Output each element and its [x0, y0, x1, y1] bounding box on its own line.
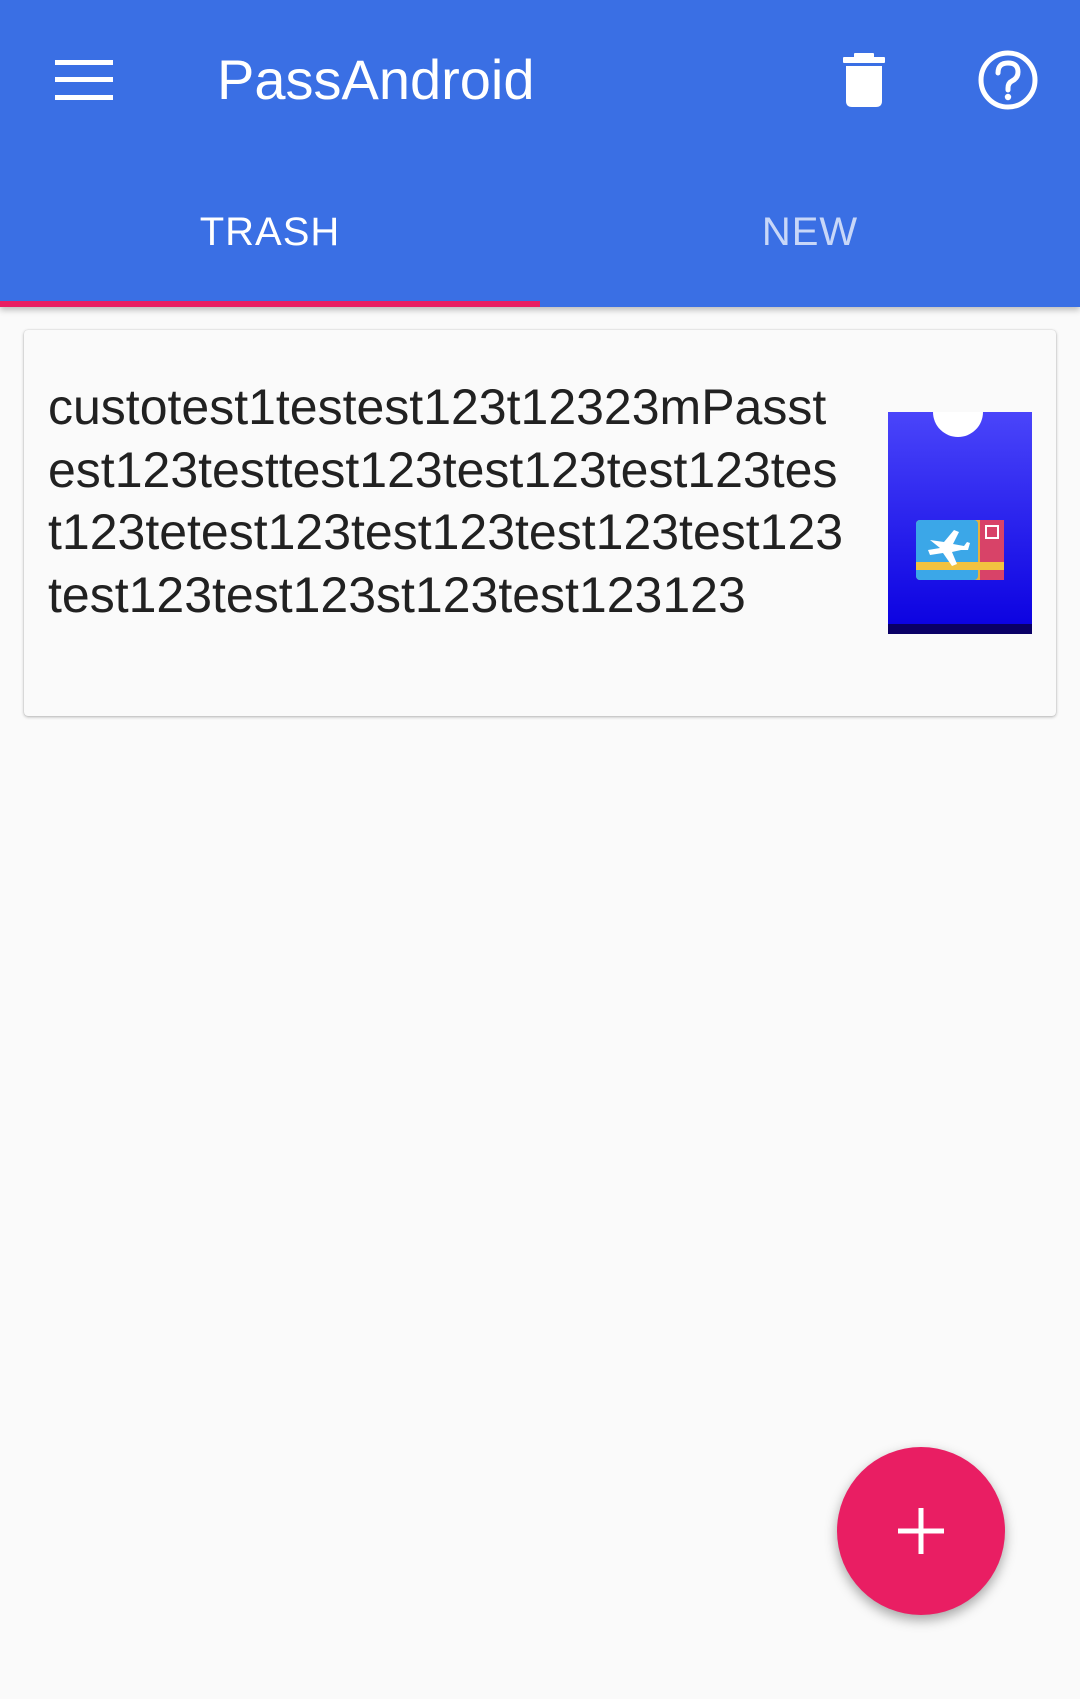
add-pass-button[interactable]	[837, 1447, 1005, 1615]
app-title: PassAndroid	[217, 48, 535, 111]
pass-description: custotest1testest123t12323mPasstest123te…	[48, 379, 844, 623]
tab-trash[interactable]: TRASH	[0, 180, 540, 307]
plus-icon	[898, 1508, 944, 1554]
menu-icon	[55, 60, 113, 100]
empty-trash-button[interactable]	[824, 40, 904, 120]
menu-button[interactable]	[44, 40, 124, 120]
app-bar: PassAndroid TRASH NEW	[0, 0, 1080, 307]
pass-card[interactable]: custotest1testest123t12323mPasstest123te…	[24, 330, 1056, 716]
help-icon	[978, 50, 1038, 110]
boarding-pass-icon	[888, 412, 1032, 634]
tab-indicator	[0, 301, 540, 307]
trash-icon	[843, 53, 885, 107]
tab-trash-label: TRASH	[199, 210, 341, 254]
tab-bar: TRASH NEW	[0, 180, 1080, 307]
tab-new[interactable]: NEW	[540, 180, 1080, 307]
tab-new-label: NEW	[761, 210, 859, 254]
help-button[interactable]	[968, 40, 1048, 120]
